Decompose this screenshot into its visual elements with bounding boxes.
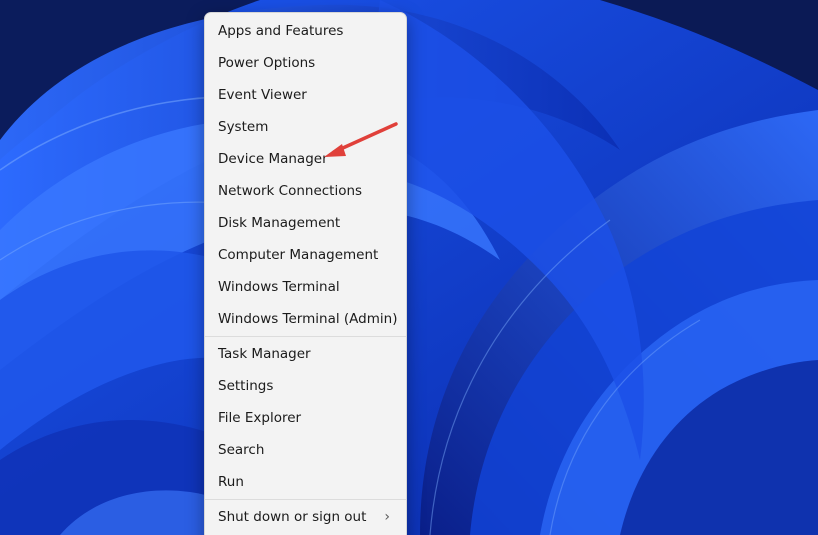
menu-item-file-explorer[interactable]: File Explorer <box>205 402 406 434</box>
desktop-wallpaper <box>0 0 818 535</box>
menu-item-label: Windows Terminal (Admin) <box>218 311 398 327</box>
menu-item-computer-management[interactable]: Computer Management <box>205 239 406 271</box>
menu-item-windows-terminal-admin[interactable]: Windows Terminal (Admin) <box>205 303 406 335</box>
bloom-wallpaper-art <box>0 0 818 535</box>
menu-item-label: Device Manager <box>218 151 328 167</box>
menu-separator <box>205 336 406 337</box>
menu-item-disk-management[interactable]: Disk Management <box>205 207 406 239</box>
menu-item-shut-down-or-sign-out[interactable]: Shut down or sign out › <box>205 501 406 533</box>
menu-item-label: System <box>218 119 269 135</box>
menu-item-label: Computer Management <box>218 247 379 263</box>
menu-item-label: File Explorer <box>218 410 302 426</box>
menu-item-power-options[interactable]: Power Options <box>205 47 406 79</box>
menu-item-settings[interactable]: Settings <box>205 370 406 402</box>
menu-separator <box>205 499 406 500</box>
menu-group-utilities: Task Manager Settings File Explorer Search R… <box>205 338 406 498</box>
menu-item-task-manager[interactable]: Task Manager <box>205 338 406 370</box>
menu-item-device-manager[interactable]: Device Manager <box>205 143 406 175</box>
menu-item-label: Disk Management <box>218 215 341 231</box>
menu-item-search[interactable]: Search <box>205 434 406 466</box>
menu-item-label: Run <box>218 474 244 490</box>
menu-item-label: Shut down or sign out <box>218 509 367 525</box>
menu-item-run[interactable]: Run <box>205 466 406 498</box>
menu-item-apps-and-features[interactable]: Apps and Features <box>205 15 406 47</box>
menu-item-label: Search <box>218 442 265 458</box>
menu-item-label: Windows Terminal <box>218 279 340 295</box>
menu-item-label: Event Viewer <box>218 87 307 103</box>
menu-group-power: Shut down or sign out › <box>205 501 406 533</box>
menu-item-system[interactable]: System <box>205 111 406 143</box>
menu-item-label: Apps and Features <box>218 23 344 39</box>
menu-item-event-viewer[interactable]: Event Viewer <box>205 79 406 111</box>
menu-item-label: Task Manager <box>218 346 311 362</box>
menu-item-label: Power Options <box>218 55 316 71</box>
menu-item-label: Settings <box>218 378 274 394</box>
menu-item-network-connections[interactable]: Network Connections <box>205 175 406 207</box>
menu-group-system-tools: Apps and Features Power Options Event View… <box>205 15 406 335</box>
chevron-right-icon: › <box>384 509 390 525</box>
menu-item-windows-terminal[interactable]: Windows Terminal <box>205 271 406 303</box>
menu-item-label: Network Connections <box>218 183 363 199</box>
winx-context-menu: Apps and Features Power Options Event View… <box>204 12 407 535</box>
